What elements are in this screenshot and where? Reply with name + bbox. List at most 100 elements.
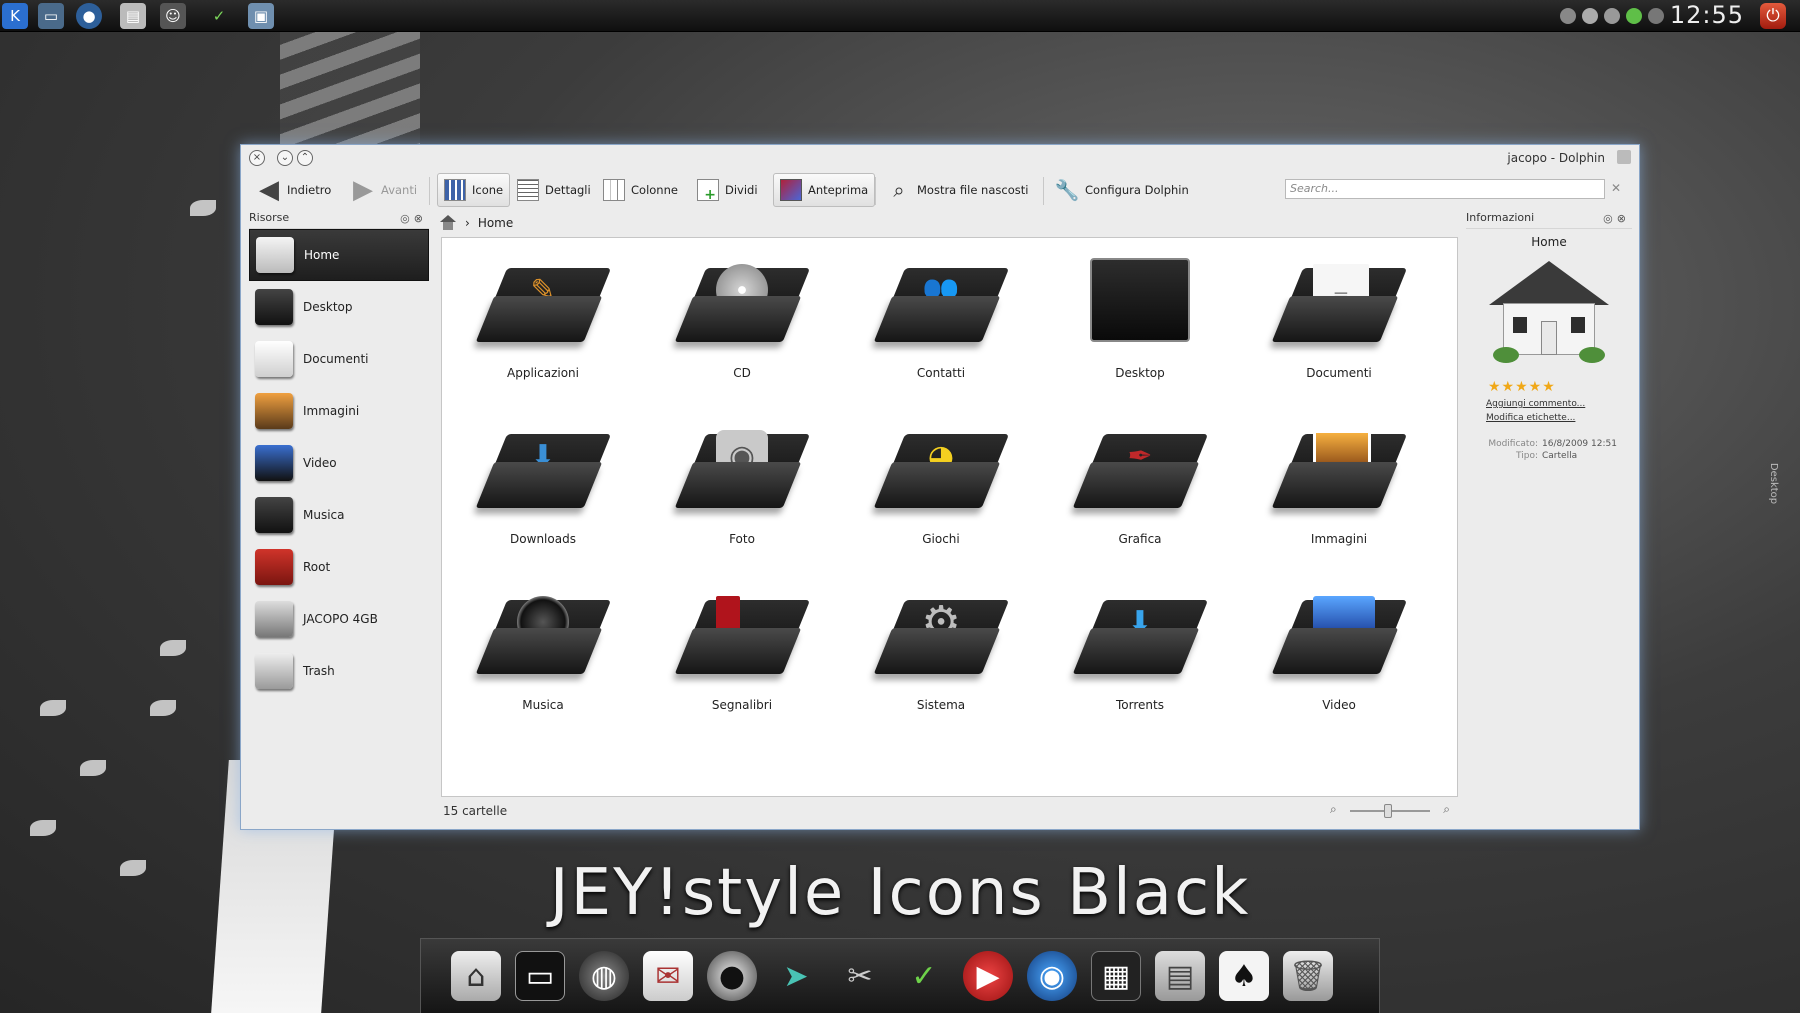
- browser-icon[interactable]: ●: [76, 3, 102, 29]
- zoom-slider[interactable]: ⌕ ⌕: [1330, 802, 1450, 818]
- torrents-folder-icon: ⬇: [1072, 582, 1209, 682]
- media-player-icon[interactable]: ▶: [963, 951, 1013, 1001]
- panel-buttons[interactable]: ◎⊗: [400, 212, 427, 225]
- folder-immagini[interactable]: Immagini: [1254, 404, 1424, 564]
- video-icon[interactable]: ▦: [1091, 951, 1141, 1001]
- file-view[interactable]: ✎ Applicazioni CD 👥 Contatti Desktop ≡ D…: [441, 237, 1458, 797]
- info-icon[interactable]: [1648, 8, 1664, 24]
- info-header: Informazioni ◎⊗: [1466, 211, 1632, 229]
- breadcrumb-current[interactable]: Home: [478, 216, 513, 230]
- show-hidden-button[interactable]: ⌕ Mostra file nascosti: [881, 173, 1034, 207]
- tray-app-icon[interactable]: [1604, 8, 1620, 24]
- folder-downloads[interactable]: ⬇ Downloads: [458, 404, 628, 564]
- folder-giochi[interactable]: ◕ Giochi: [856, 404, 1026, 564]
- search-clear-icon[interactable]: ✕: [1611, 181, 1625, 195]
- zoom-out-icon[interactable]: ⌕: [1330, 802, 1337, 817]
- item-label: Foto: [729, 532, 755, 546]
- arrow-left-icon: ◀: [259, 175, 279, 205]
- cards-icon[interactable]: ♠: [1219, 951, 1269, 1001]
- files-icon[interactable]: ▤: [120, 3, 146, 29]
- icons-view-button[interactable]: Icone: [437, 173, 511, 207]
- preview-button[interactable]: Anteprima: [773, 173, 876, 207]
- tray-check-icon[interactable]: [1626, 8, 1642, 24]
- preview-label: Anteprima: [808, 183, 869, 197]
- folder-foto[interactable]: ◉ Foto: [657, 404, 827, 564]
- home-icon[interactable]: ⌂: [451, 951, 501, 1001]
- place-music[interactable]: Musica: [249, 489, 429, 541]
- place-usb-drive[interactable]: JACOPO 4GB: [249, 593, 429, 645]
- terminal-icon[interactable]: ▭: [515, 951, 565, 1001]
- folder-video[interactable]: Video: [1254, 570, 1424, 730]
- forward-button[interactable]: ▶ Avanti: [345, 173, 423, 207]
- columns-view-button[interactable]: Colonne: [597, 173, 684, 207]
- details-view-button[interactable]: Dettagli: [511, 173, 597, 207]
- add-comment-link[interactable]: Aggiungi commento...: [1486, 399, 1632, 409]
- place-desktop[interactable]: Desktop: [249, 281, 429, 333]
- rating-stars[interactable]: ★★★★★: [1488, 379, 1632, 395]
- back-button[interactable]: ◀ Indietro: [251, 173, 337, 207]
- place-label: Trash: [303, 664, 335, 678]
- magnifier-icon: ⌕: [893, 178, 905, 202]
- computer-icon[interactable]: ▭: [38, 3, 64, 29]
- folder-sistema[interactable]: ⚙ Sistema: [856, 570, 1026, 730]
- item-label: Desktop: [1115, 366, 1165, 380]
- folder-contatti[interactable]: 👥 Contatti: [856, 238, 1026, 398]
- clock[interactable]: 12:55: [1670, 1, 1744, 29]
- gimp-icon[interactable]: ●: [707, 951, 757, 1001]
- mail-icon[interactable]: ✉: [643, 951, 693, 1001]
- minimize-icon[interactable]: ⌄: [277, 150, 293, 166]
- maximize-icon[interactable]: ⌃: [297, 150, 313, 166]
- desktop-side-label[interactable]: Desktop: [1768, 463, 1779, 504]
- place-root[interactable]: Root: [249, 541, 429, 593]
- edit-tags-link[interactable]: Modifica etichette...: [1486, 413, 1632, 423]
- folder-grafica[interactable]: ✒ Grafica: [1055, 404, 1225, 564]
- folder-segnalibri[interactable]: Segnalibri: [657, 570, 827, 730]
- folder-cd[interactable]: CD: [657, 238, 827, 398]
- information-panel: Informazioni ◎⊗ Home ★★★★★ Aggiungi comm…: [1466, 211, 1632, 819]
- bird-icon[interactable]: ➤: [771, 951, 821, 1001]
- kde-menu-icon[interactable]: K: [2, 3, 28, 29]
- item-label: Immagini: [1310, 532, 1368, 546]
- globe-icon[interactable]: ◍: [579, 951, 629, 1001]
- split-button[interactable]: Dividi: [691, 173, 764, 207]
- place-home[interactable]: Home: [249, 229, 429, 281]
- folder-documenti[interactable]: ≡ Documenti: [1254, 238, 1424, 398]
- folder-desktop[interactable]: Desktop: [1055, 238, 1225, 398]
- close-icon[interactable]: ×: [249, 150, 265, 166]
- window-menu-icon[interactable]: [1617, 150, 1631, 164]
- place-images[interactable]: Immagini: [249, 385, 429, 437]
- volume-icon[interactable]: [1582, 8, 1598, 24]
- files-icon[interactable]: ▤: [1155, 951, 1205, 1001]
- trash-icon[interactable]: 🗑: [1283, 951, 1333, 1001]
- check-icon[interactable]: ✓: [899, 951, 949, 1001]
- browser-icon[interactable]: ◉: [1027, 951, 1077, 1001]
- power-icon[interactable]: ⏻: [1760, 3, 1786, 29]
- window-icon[interactable]: ▣: [248, 3, 274, 29]
- tools-icon[interactable]: ✂: [835, 951, 885, 1001]
- breadcrumb: › Home: [439, 213, 513, 233]
- window-title: jacopo - Dolphin: [1507, 151, 1605, 165]
- check-icon[interactable]: ✓: [206, 3, 232, 29]
- folder-torrents[interactable]: ⬇ Torrents: [1055, 570, 1225, 730]
- panel-buttons[interactable]: ◎⊗: [1603, 212, 1630, 225]
- places-header: Risorse ◎⊗: [249, 211, 429, 229]
- search-input[interactable]: Search...: [1285, 179, 1605, 199]
- user-icon[interactable]: ☺: [160, 3, 186, 29]
- icons-view-icon: [444, 179, 466, 201]
- home-crumb-icon[interactable]: [439, 215, 457, 231]
- system-folder-icon: ⚙: [873, 582, 1010, 682]
- folder-musica[interactable]: Musica: [458, 570, 628, 730]
- place-label: Root: [303, 560, 331, 574]
- network-icon[interactable]: [1560, 8, 1576, 24]
- zoom-in-icon[interactable]: ⌕: [1443, 802, 1450, 817]
- zoom-handle[interactable]: [1384, 804, 1392, 818]
- place-label: Musica: [303, 508, 345, 522]
- place-trash[interactable]: Trash: [249, 645, 429, 697]
- folder-applicazioni[interactable]: ✎ Applicazioni: [458, 238, 628, 398]
- configure-button[interactable]: 🔧 Configura Dolphin: [1049, 173, 1195, 207]
- video-icon: [255, 445, 293, 481]
- place-documents[interactable]: Documenti: [249, 333, 429, 385]
- wallpaper-petal: [150, 700, 176, 716]
- images-folder-icon: [1271, 416, 1408, 516]
- place-video[interactable]: Video: [249, 437, 429, 489]
